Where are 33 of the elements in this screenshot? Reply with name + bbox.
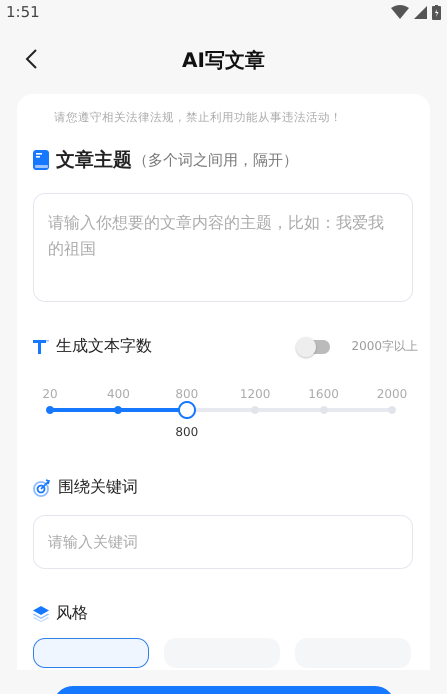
tick-label: 800 (174, 387, 199, 401)
slider-thumb[interactable] (178, 401, 196, 419)
tick-dot (251, 406, 260, 414)
text-icon (33, 340, 49, 354)
target-icon (33, 478, 51, 496)
wifi-icon (391, 5, 409, 19)
tick-label: 20 (41, 387, 59, 401)
section-title: 风格 (56, 603, 88, 624)
tick-label: 2000 (380, 387, 404, 401)
section-title: 生成文本字数 (56, 336, 152, 357)
keyword-field[interactable]: 请输入关键词 (33, 515, 413, 569)
tick-label: 400 (106, 387, 130, 401)
toggle-switch[interactable] (298, 340, 330, 354)
page-title: AI写文章 (182, 46, 265, 74)
signal-icon (414, 6, 427, 18)
layers-icon (33, 606, 49, 622)
battery-icon (432, 4, 441, 20)
section-title: 围绕关键词 (58, 477, 138, 498)
tick-label: 1200 (243, 387, 268, 401)
status-time: 1:51 (6, 3, 40, 21)
book-icon (33, 150, 49, 170)
tick-dot (320, 406, 328, 414)
slider-value: 800 (175, 425, 198, 439)
toggle-label: 2000字以上 (351, 338, 418, 355)
tick-label: 1600 (312, 387, 336, 401)
style-option[interactable] (33, 638, 149, 668)
section-hint: （多个词之间用，隔开） (133, 150, 298, 170)
tick-dot (114, 406, 122, 414)
tick-dot (46, 406, 54, 414)
section-title: 文章主题 (56, 148, 132, 173)
topic-field[interactable]: 请输入你想要的文章内容的主题，比如：我爱我的祖国 (33, 193, 413, 302)
tick-dot (388, 406, 396, 414)
notice-text: 请您遵守相关法律法规，禁止利用功能从事违法活动！ (53, 109, 343, 125)
